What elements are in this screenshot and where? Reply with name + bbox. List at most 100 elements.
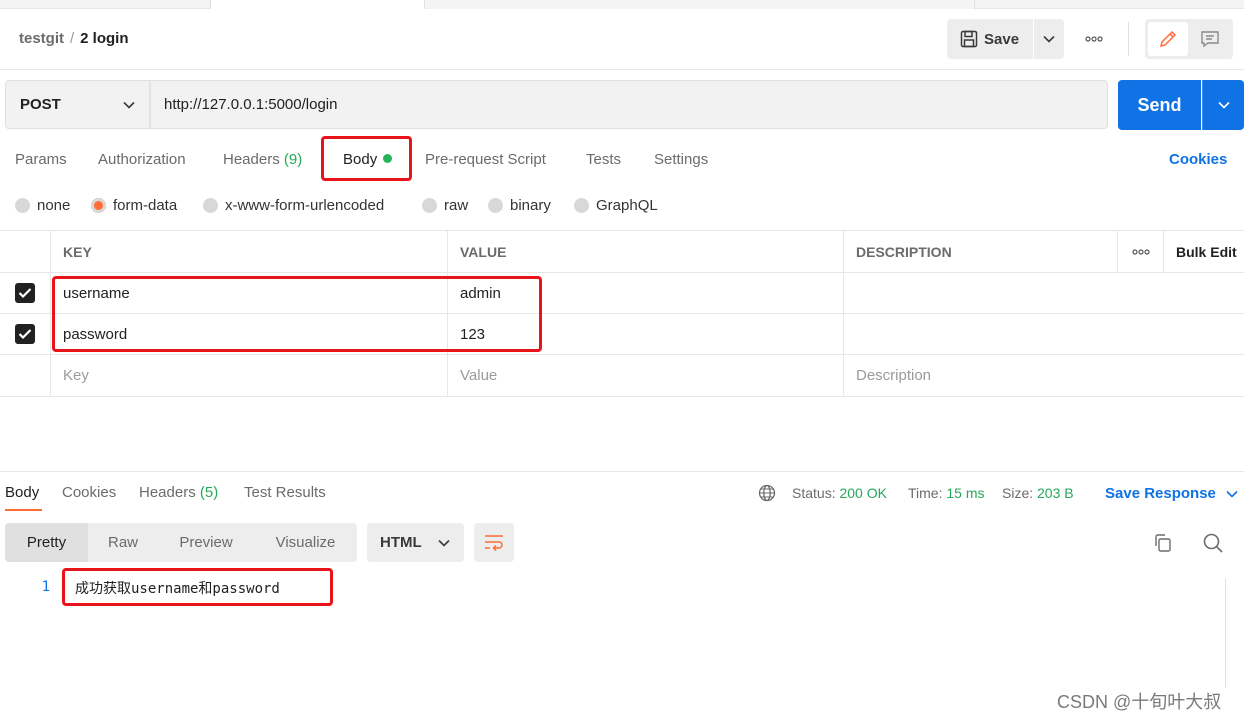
breadcrumb: testgit / 2 login	[19, 30, 129, 47]
breadcrumb-collection[interactable]: testgit	[19, 30, 64, 47]
open-tab[interactable]	[425, 0, 975, 9]
method-select[interactable]: POST	[5, 80, 150, 129]
radio-raw[interactable]: raw	[422, 197, 468, 214]
status-value: 200 OK	[839, 485, 887, 501]
header-divider	[0, 69, 1244, 70]
row-checkbox[interactable]	[0, 273, 51, 314]
new-key-input[interactable]: Key	[51, 355, 448, 397]
chevron-down-icon	[438, 539, 450, 547]
response-scrollbar[interactable]	[1225, 578, 1226, 688]
language-select[interactable]: HTML	[367, 523, 464, 562]
tab-params[interactable]: Params	[15, 151, 67, 168]
send-button[interactable]: Send	[1118, 80, 1201, 130]
radio-x-www-form-urlencoded[interactable]: x-www-form-urlencoded	[203, 197, 384, 214]
radio-button	[422, 198, 437, 213]
table-header-value: VALUE	[448, 230, 844, 273]
save-response-label: Save Response	[1105, 485, 1216, 502]
new-description-input[interactable]: Description	[844, 355, 1244, 397]
row-description-cell[interactable]	[844, 273, 1244, 314]
url-input[interactable]: http://127.0.0.1:5000/login	[150, 80, 1108, 129]
save-dropdown-button[interactable]	[1034, 19, 1064, 59]
watermark: CSDN @十旬叶大叔	[1057, 692, 1222, 712]
response-time[interactable]: Time: 15 ms	[908, 485, 985, 501]
line-number: 1	[41, 579, 50, 595]
row-checkbox[interactable]	[0, 314, 51, 355]
radio-button	[488, 198, 503, 213]
save-icon	[960, 30, 978, 48]
divider	[1128, 22, 1129, 56]
view-pretty-button[interactable]: Pretty	[5, 523, 88, 562]
radio-binary[interactable]: binary	[488, 197, 551, 214]
response-tab-body[interactable]: Body	[5, 484, 39, 501]
view-visualize-button[interactable]: Visualize	[254, 523, 357, 562]
chevron-down-icon	[1226, 490, 1238, 498]
response-headers-count: (5)	[199, 484, 219, 501]
wrap-lines-button[interactable]	[474, 523, 514, 562]
send-dropdown-button[interactable]	[1202, 80, 1244, 130]
new-value-input[interactable]: Value	[448, 355, 844, 397]
edit-mode-button[interactable]	[1148, 22, 1188, 56]
radio-button	[574, 198, 589, 213]
status-label: Status:	[792, 485, 836, 501]
radio-button	[15, 198, 30, 213]
radio-label: raw	[444, 197, 469, 214]
time-value: 15 ms	[946, 485, 985, 501]
time-label: Time:	[908, 485, 943, 501]
table-header-checkbox-column	[0, 230, 51, 273]
open-tab[interactable]	[210, 0, 425, 9]
more-options-button[interactable]	[1080, 30, 1108, 48]
response-tab-cookies[interactable]: Cookies	[62, 484, 116, 501]
size-value: 203 B	[1037, 485, 1074, 501]
view-mode-toggle	[1145, 19, 1233, 59]
view-raw-button[interactable]: Raw	[88, 523, 158, 562]
response-status[interactable]: Status: 200 OK	[792, 485, 887, 501]
radio-form-data[interactable]: form-data	[91, 197, 177, 214]
request-name[interactable]: 2 login	[80, 30, 128, 47]
search-icon[interactable]	[1202, 532, 1224, 554]
tab-headers[interactable]: Headers (9)	[223, 151, 302, 168]
documentation-mode-button[interactable]	[1190, 22, 1230, 56]
chevron-down-icon	[1043, 35, 1055, 43]
checkbox-checked[interactable]	[15, 324, 35, 344]
tab-authorization[interactable]: Authorization	[98, 151, 186, 168]
radio-button-selected	[91, 198, 106, 213]
response-tab-test-results[interactable]: Test Results	[244, 484, 326, 501]
ellipsis-icon	[1085, 36, 1103, 42]
radio-button	[203, 198, 218, 213]
chevron-down-icon	[1217, 101, 1230, 109]
response-view-toggle: Pretty Raw Preview Visualize	[5, 523, 357, 562]
language-label: HTML	[380, 534, 422, 551]
save-label: Save	[984, 30, 1020, 48]
save-button[interactable]: Save	[947, 19, 1033, 59]
breadcrumb-separator: /	[70, 30, 75, 47]
radio-none[interactable]: none	[15, 197, 70, 214]
response-tab-headers[interactable]: Headers (5)	[139, 484, 218, 501]
globe-icon[interactable]	[758, 484, 776, 502]
tab-settings[interactable]: Settings	[654, 151, 708, 168]
checkmark-icon	[18, 329, 32, 340]
annotation-highlight-form-rows	[52, 276, 542, 352]
row-description-cell[interactable]	[844, 314, 1244, 355]
response-divider	[0, 471, 1244, 472]
method-label: POST	[20, 96, 61, 113]
response-headers-label: Headers	[139, 484, 196, 501]
comment-icon	[1201, 31, 1219, 48]
tab-pre-request-script[interactable]: Pre-request Script	[425, 151, 546, 168]
table-header-description: DESCRIPTION	[844, 230, 1118, 273]
pencil-icon	[1159, 30, 1177, 48]
response-size[interactable]: Size: 203 B	[1002, 485, 1074, 501]
row-checkbox-empty	[0, 355, 51, 397]
checkbox-checked[interactable]	[15, 283, 35, 303]
save-response-button[interactable]: Save Response	[1105, 485, 1238, 502]
tab-headers-label: Headers	[223, 151, 280, 168]
view-preview-button[interactable]: Preview	[158, 523, 254, 562]
size-label: Size:	[1002, 485, 1034, 501]
tab-tests[interactable]: Tests	[586, 151, 621, 168]
bulk-edit-button[interactable]: Bulk Edit	[1164, 230, 1244, 273]
annotation-highlight-response	[62, 568, 333, 606]
radio-label: GraphQL	[596, 197, 658, 214]
table-more-button[interactable]	[1118, 230, 1164, 273]
copy-icon[interactable]	[1153, 533, 1173, 553]
cookies-link[interactable]: Cookies	[1169, 151, 1227, 168]
radio-graphql[interactable]: GraphQL	[574, 197, 658, 214]
